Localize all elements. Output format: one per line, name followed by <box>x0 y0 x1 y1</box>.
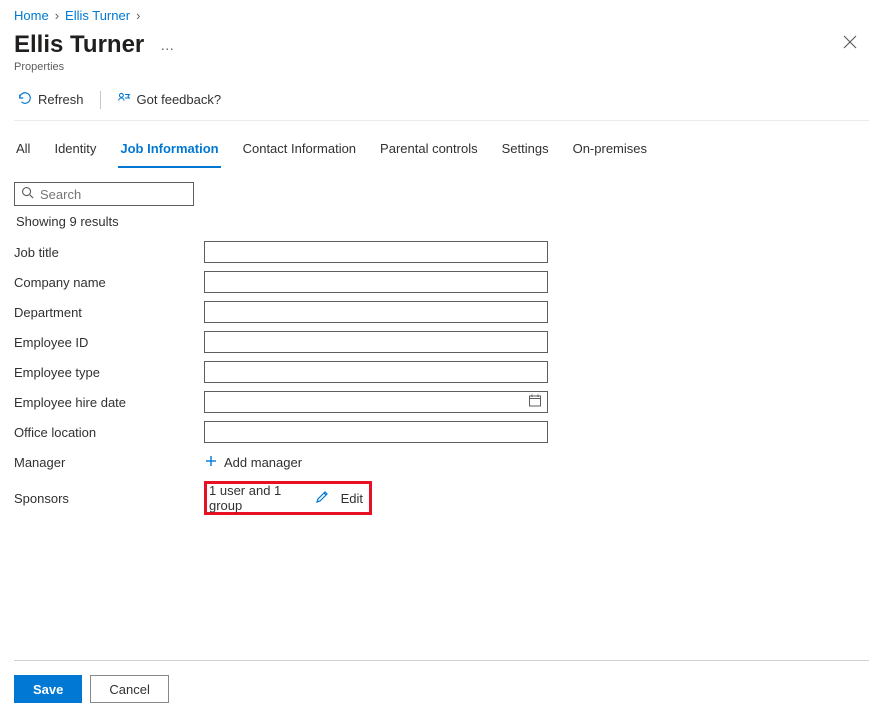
input-employee-id[interactable] <box>204 331 548 353</box>
tab-parental-controls[interactable]: Parental controls <box>378 135 480 168</box>
feedback-label: Got feedback? <box>137 92 222 107</box>
add-manager-label: Add manager <box>224 455 302 470</box>
breadcrumb: Home › Ellis Turner › <box>14 0 869 23</box>
breadcrumb-user[interactable]: Ellis Turner <box>65 8 130 23</box>
toolbar: Refresh Got feedback? <box>14 89 869 121</box>
page-title: Ellis Turner <box>14 31 144 59</box>
tab-identity[interactable]: Identity <box>52 135 98 168</box>
label-job-title: Job title <box>14 245 204 260</box>
chevron-right-icon: › <box>55 8 59 23</box>
search-icon <box>21 186 34 202</box>
input-company-name[interactable] <box>204 271 548 293</box>
close-button[interactable] <box>839 31 861 56</box>
tab-contact-information[interactable]: Contact Information <box>241 135 358 168</box>
label-employee-type: Employee type <box>14 365 204 380</box>
tabs: All Identity Job Information Contact Inf… <box>14 135 869 168</box>
refresh-label: Refresh <box>38 92 84 107</box>
sponsors-highlight: 1 user and 1 group Edit <box>204 481 372 515</box>
tab-job-information[interactable]: Job Information <box>118 135 220 168</box>
input-employee-hire-date[interactable] <box>204 391 548 413</box>
tab-all[interactable]: All <box>14 135 32 168</box>
pencil-icon <box>315 490 329 507</box>
cancel-button[interactable]: Cancel <box>90 675 168 703</box>
search-box[interactable] <box>14 182 194 206</box>
label-sponsors: Sponsors <box>14 491 204 506</box>
save-button[interactable]: Save <box>14 675 82 703</box>
input-department[interactable] <box>204 301 548 323</box>
feedback-icon <box>117 91 131 108</box>
input-office-location[interactable] <box>204 421 548 443</box>
input-employee-type[interactable] <box>204 361 548 383</box>
label-employee-id: Employee ID <box>14 335 204 350</box>
close-icon <box>843 37 857 52</box>
label-office-location: Office location <box>14 425 204 440</box>
refresh-button[interactable]: Refresh <box>14 89 88 110</box>
chevron-right-icon: › <box>136 8 140 23</box>
add-manager-button[interactable]: Add manager <box>204 454 302 471</box>
toolbar-divider <box>100 91 101 109</box>
plus-icon <box>204 454 218 471</box>
label-department: Department <box>14 305 204 320</box>
sponsors-edit-link[interactable]: Edit <box>341 491 363 506</box>
feedback-button[interactable]: Got feedback? <box>113 89 226 110</box>
result-count: Showing 9 results <box>14 214 869 229</box>
input-job-title[interactable] <box>204 241 548 263</box>
footer-divider <box>14 660 869 661</box>
breadcrumb-home[interactable]: Home <box>14 8 49 23</box>
tab-on-premises[interactable]: On-premises <box>571 135 649 168</box>
label-manager: Manager <box>14 455 204 470</box>
label-company-name: Company name <box>14 275 204 290</box>
tab-settings[interactable]: Settings <box>500 135 551 168</box>
search-input[interactable] <box>40 187 187 202</box>
sponsors-summary: 1 user and 1 group <box>209 483 309 513</box>
refresh-icon <box>18 91 32 108</box>
page-subtitle: Properties <box>14 61 179 73</box>
more-menu-icon[interactable]: … <box>156 37 179 53</box>
label-employee-hire-date: Employee hire date <box>14 395 204 410</box>
